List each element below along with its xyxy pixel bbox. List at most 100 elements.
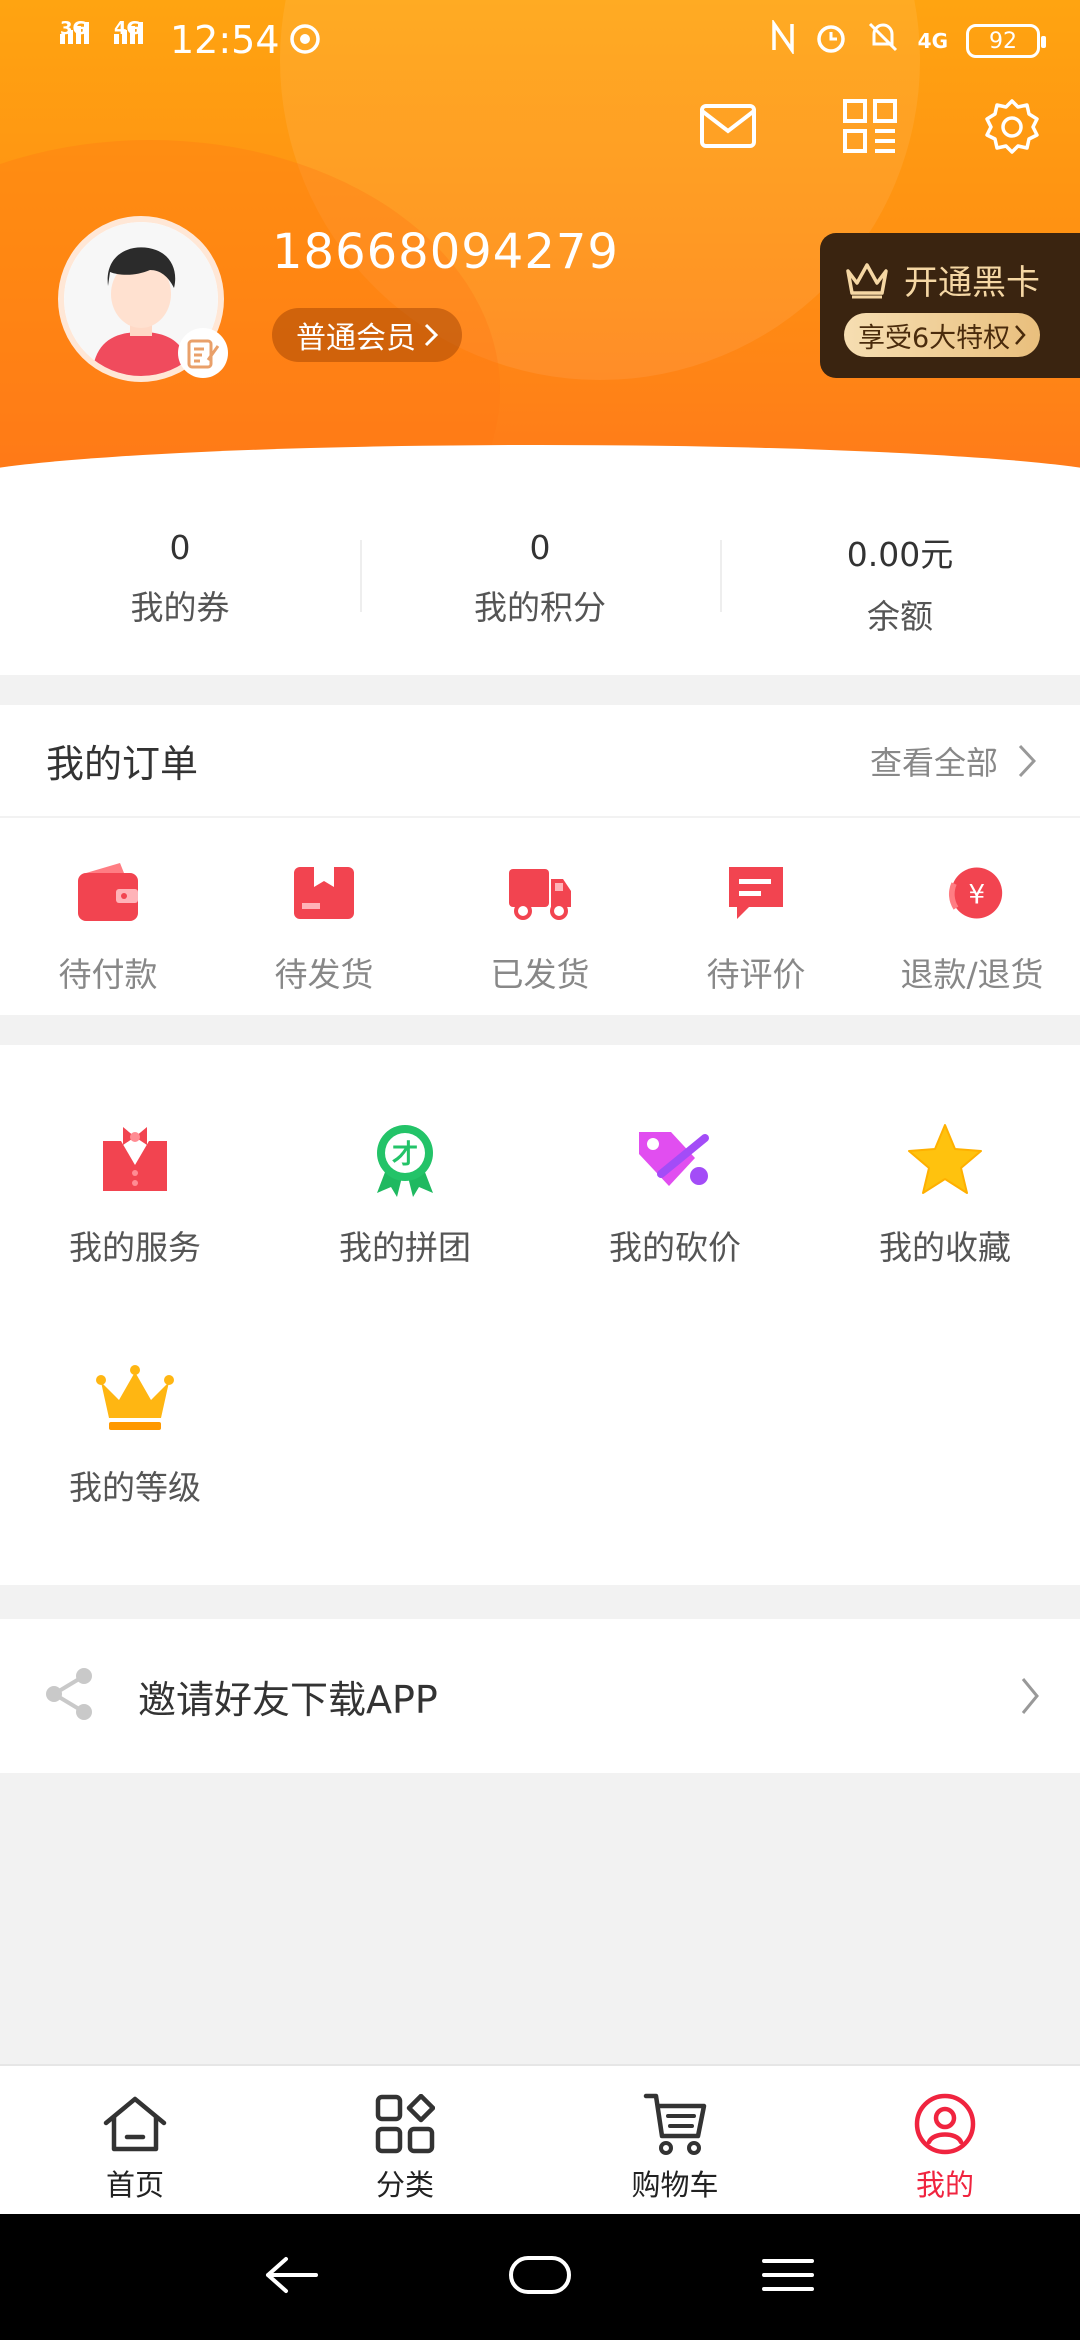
tab-label: 分类 <box>375 2168 434 2202</box>
stat-label: 余额 <box>867 597 933 636</box>
view-all-orders-button[interactable]: 查看全部 <box>870 738 1036 784</box>
status-icons: 4G 92 <box>770 18 1046 62</box>
message-button[interactable] <box>690 92 766 160</box>
settings-button[interactable] <box>974 92 1050 160</box>
service-label: 我的服务 <box>69 1228 201 1267</box>
battery-indicator: 92 <box>966 24 1046 58</box>
stat-value: 0 <box>529 528 551 567</box>
order-refund[interactable]: ¥ 退款/退货 <box>864 818 1080 1014</box>
stat-value: 0 <box>169 528 191 567</box>
stat-coupons[interactable]: 0 我的券 <box>0 480 360 675</box>
service-icon <box>93 1117 177 1201</box>
account-stats: 0 我的券 0 我的积分 0.00元 余额 <box>0 480 1080 675</box>
header-actions <box>690 92 1050 160</box>
black-card-promo-button[interactable]: 享受6大特权 <box>844 313 1041 357</box>
qrcode-icon <box>843 99 897 153</box>
chevron-right-icon <box>424 323 438 347</box>
tab-label: 购物车 <box>631 2168 719 2202</box>
crown-icon <box>93 1357 177 1441</box>
crown-icon <box>846 262 888 298</box>
order-status-row: 待付款 待发货 已发货 待评价 ¥ 退款/退货 <box>0 818 1080 1014</box>
black-card-title: 开通黑卡 <box>904 263 1040 303</box>
category-icon <box>370 2092 440 2156</box>
service-favorites[interactable]: 我的收藏 <box>810 1117 1080 1357</box>
svg-text:¥: ¥ <box>968 879 985 910</box>
comment-icon <box>723 860 789 926</box>
orders-header: 我的订单 查看全部 <box>0 705 1080 818</box>
profile-header: 3G 4G 12:54 4G 92 18668094279 普通会员 开通黑卡 … <box>0 0 1080 480</box>
back-arrow-icon <box>266 2257 318 2293</box>
services-grid: 我的服务 才 我的拼团 我的砍价 我的收藏 我的等级 <box>0 1045 1080 1597</box>
tab-label: 首页 <box>105 2168 164 2202</box>
service-label: 我的收藏 <box>879 1228 1011 1267</box>
order-label: 待评价 <box>706 955 806 994</box>
home-nav-button[interactable] <box>508 2253 572 2301</box>
back-button[interactable] <box>264 2255 320 2299</box>
services-section: 我的服务 才 我的拼团 我的砍价 我的收藏 我的等级 <box>0 1045 1080 1585</box>
truck-icon <box>507 860 573 926</box>
star-icon <box>903 1117 987 1201</box>
view-all-label: 查看全部 <box>869 743 998 782</box>
chevron-right-icon <box>1015 325 1026 345</box>
order-pending-payment[interactable]: 待付款 <box>0 818 216 1014</box>
share-icon <box>42 1666 96 1726</box>
order-label: 待付款 <box>58 955 158 994</box>
black-card-banner[interactable]: 开通黑卡 享受6大特权 <box>820 233 1080 378</box>
service-bargain[interactable]: 我的砍价 <box>540 1117 810 1357</box>
signal-icon <box>60 22 92 56</box>
orders-section: 我的订单 查看全部 待付款 待发货 已发货 待评价 ¥ 退款/退货 <box>0 705 1080 1015</box>
black-card-promo: 享受6大特权 <box>858 322 1011 354</box>
wallet-icon <box>75 860 141 926</box>
order-pending-shipment[interactable]: 待发货 <box>216 818 432 1014</box>
system-nav-bar <box>0 2214 1080 2340</box>
group-buy-icon: 才 <box>363 1117 447 1201</box>
member-level-button[interactable]: 普通会员 <box>272 308 462 362</box>
mute-icon <box>866 20 900 62</box>
svg-text:才: 才 <box>392 1140 418 1170</box>
orders-title: 我的订单 <box>46 742 199 786</box>
order-pending-review[interactable]: 待评价 <box>648 818 864 1014</box>
service-group-buy[interactable]: 才 我的拼团 <box>270 1117 540 1357</box>
home-icon <box>100 2092 170 2156</box>
refund-icon: ¥ <box>939 860 1005 926</box>
gear-icon <box>985 99 1039 154</box>
username: 18668094279 <box>272 224 619 280</box>
alarm-icon <box>814 20 848 62</box>
service-label: 我的砍价 <box>609 1228 741 1267</box>
mail-icon <box>700 104 756 148</box>
tab-profile[interactable]: 我的 <box>810 2066 1080 2214</box>
network-type: 4G <box>917 29 948 53</box>
stat-value: 0.00元 <box>846 535 954 574</box>
tab-cart[interactable]: 购物车 <box>540 2066 810 2214</box>
invite-friends-row[interactable]: 邀请好友下载APP <box>0 1617 1080 1773</box>
stat-balance[interactable]: 0.00元 余额 <box>720 480 1080 675</box>
qrcode-button[interactable] <box>832 92 908 160</box>
edit-profile-button[interactable] <box>178 328 228 378</box>
signal-icon <box>114 22 146 56</box>
cart-icon <box>640 2092 710 2156</box>
service-label: 我的等级 <box>69 1468 201 1507</box>
nfc-icon <box>770 18 796 62</box>
bottom-tab-bar: 首页 分类 购物车 我的 <box>0 2064 1080 2214</box>
menu-nav-button[interactable] <box>760 2255 816 2299</box>
order-label: 待发货 <box>274 955 374 994</box>
service-my-service[interactable]: 我的服务 <box>0 1117 270 1357</box>
profile-icon <box>910 2092 980 2156</box>
stat-points[interactable]: 0 我的积分 <box>360 480 720 675</box>
tab-home[interactable]: 首页 <box>0 2066 270 2214</box>
status-bar: 3G 4G 12:54 4G 92 <box>0 0 1080 84</box>
service-label: 我的拼团 <box>339 1228 471 1267</box>
service-level[interactable]: 我的等级 <box>0 1357 270 1597</box>
chevron-right-icon <box>1021 1678 1039 1714</box>
package-icon <box>291 860 357 926</box>
invite-label: 邀请好友下载APP <box>138 1677 438 1722</box>
order-label: 退款/退货 <box>900 955 1044 994</box>
tab-label: 我的 <box>915 2168 974 2202</box>
stat-label: 我的券 <box>130 588 230 627</box>
tab-category[interactable]: 分类 <box>270 2066 540 2214</box>
sync-icon <box>288 22 322 60</box>
order-shipped[interactable]: 已发货 <box>432 818 648 1014</box>
stat-label: 我的积分 <box>474 588 606 627</box>
order-label: 已发货 <box>490 955 590 994</box>
edit-icon <box>187 339 220 369</box>
